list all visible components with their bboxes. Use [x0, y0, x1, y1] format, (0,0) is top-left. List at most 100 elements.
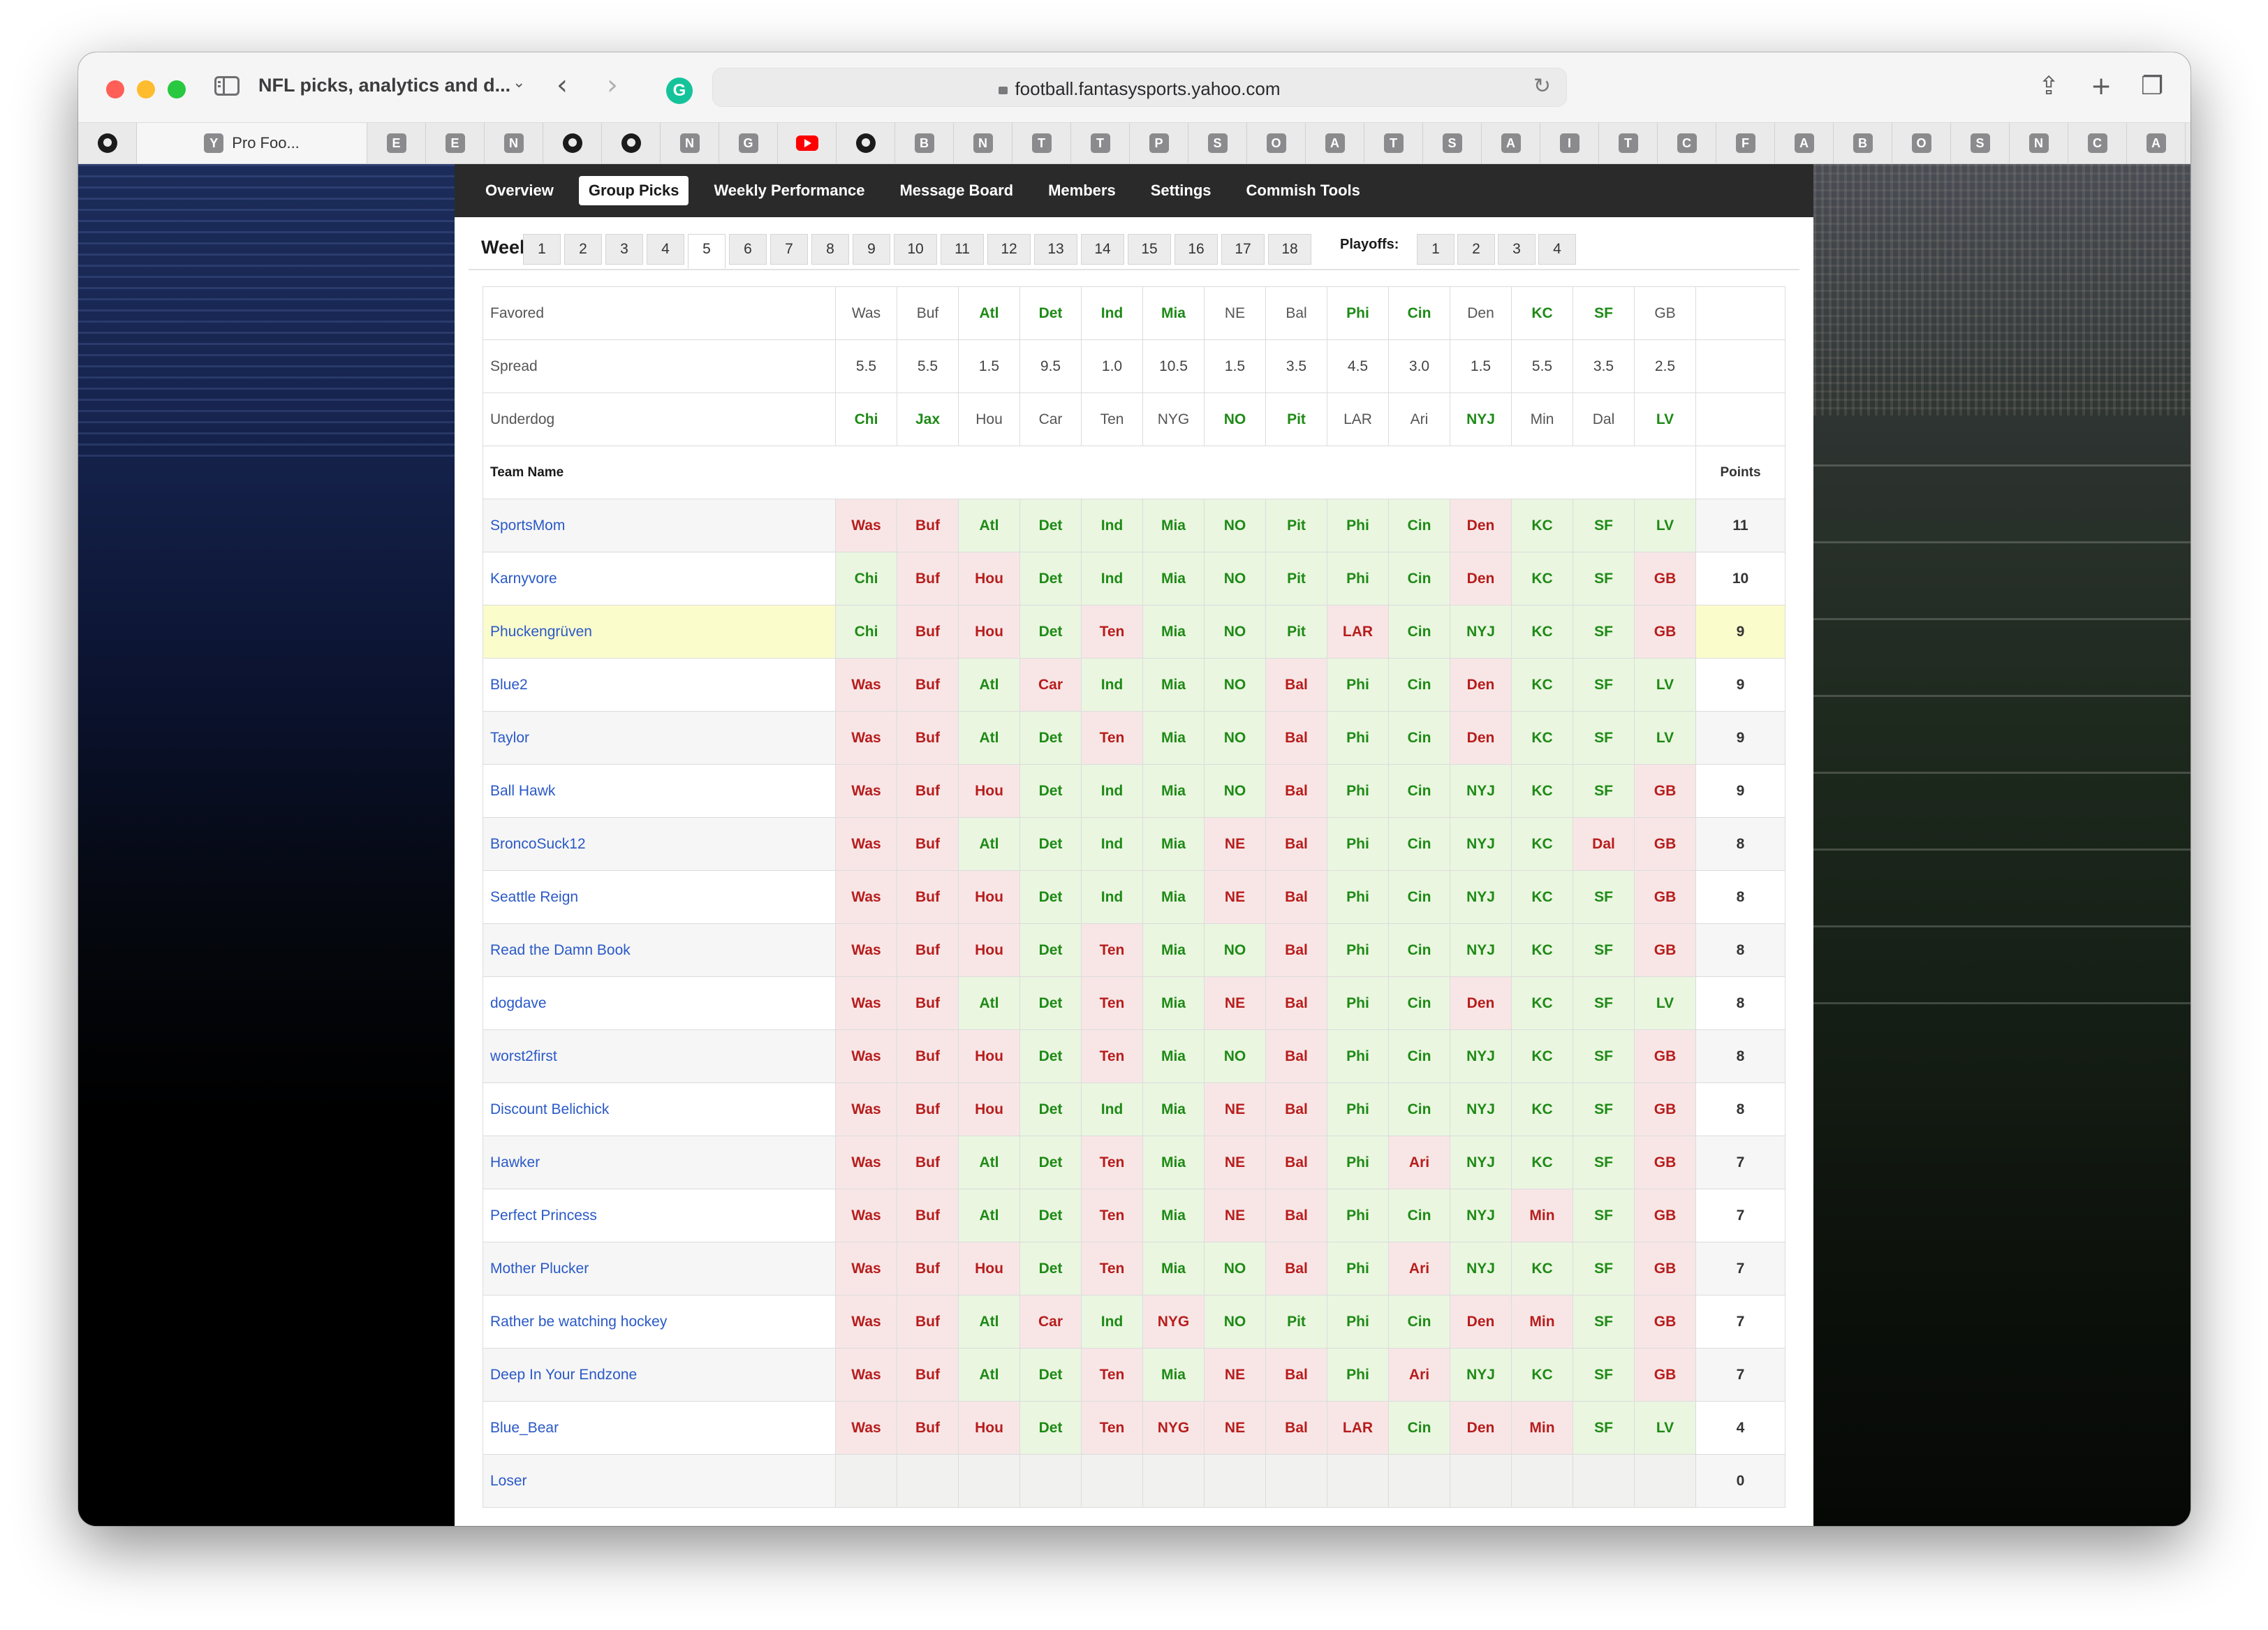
- team-name-link[interactable]: Blue_Bear: [490, 1420, 559, 1436]
- favorite-16[interactable]: A: [1306, 123, 1364, 163]
- zoom-window-button[interactable]: [168, 80, 186, 98]
- favorite-22[interactable]: C: [1658, 123, 1716, 163]
- favorite-27[interactable]: S: [1951, 123, 2010, 163]
- week-tab-5[interactable]: 5: [688, 234, 726, 269]
- pick-cell: Det: [1019, 764, 1082, 818]
- nav-settings[interactable]: Settings: [1141, 176, 1221, 205]
- favorite-28[interactable]: N: [2010, 123, 2068, 163]
- nav-message-board[interactable]: Message Board: [890, 176, 1023, 205]
- favorite-9[interactable]: B: [895, 123, 954, 163]
- team-name-link[interactable]: Phuckengrüven: [490, 624, 592, 640]
- week-tab-16[interactable]: 16: [1174, 234, 1218, 265]
- favorite-17[interactable]: T: [1364, 123, 1423, 163]
- nav-group-picks[interactable]: Group Picks: [578, 176, 689, 205]
- nav-members[interactable]: Members: [1038, 176, 1126, 205]
- favorite-6[interactable]: G: [719, 123, 778, 163]
- week-tab-2[interactable]: 2: [564, 234, 602, 265]
- new-tab-icon[interactable]: +: [2091, 72, 2112, 101]
- favored-cell: Ind: [1081, 286, 1143, 340]
- favorite-11[interactable]: T: [1012, 123, 1071, 163]
- nav-commish-tools[interactable]: Commish Tools: [1237, 176, 1370, 205]
- team-name-link[interactable]: Blue2: [490, 677, 528, 693]
- favorite-26[interactable]: O: [1892, 123, 1951, 163]
- week-tab-10[interactable]: 10: [894, 234, 937, 265]
- week-tab-8[interactable]: 8: [811, 234, 849, 265]
- favorite-12[interactable]: T: [1071, 123, 1130, 163]
- week-tab-6[interactable]: 6: [729, 234, 767, 265]
- favorite-23[interactable]: F: [1716, 123, 1775, 163]
- back-arrow-icon[interactable]: ‹: [557, 69, 568, 101]
- team-name-link[interactable]: Read the Damn Book: [490, 942, 631, 958]
- favored-cell: SF: [1573, 286, 1635, 340]
- favorite-3[interactable]: [543, 123, 602, 163]
- address-bar[interactable]: football.fantasysports.yahoo.com ↻: [712, 68, 1567, 107]
- team-name-link[interactable]: Discount Belichick: [490, 1101, 609, 1117]
- favorite-31[interactable]: S: [2186, 123, 2190, 163]
- favorite-0[interactable]: E: [367, 123, 426, 163]
- favorite-4[interactable]: [602, 123, 661, 163]
- pick-cell: Bal: [1265, 976, 1327, 1030]
- team-name-link[interactable]: Mother Plucker: [490, 1261, 589, 1277]
- week-tab-9[interactable]: 9: [853, 234, 890, 265]
- team-name-link[interactable]: Hawker: [490, 1154, 540, 1170]
- team-name-link[interactable]: Rather be watching hockey: [490, 1314, 667, 1330]
- share-icon[interactable]: ⇪: [2038, 72, 2059, 101]
- favorite-30[interactable]: A: [2127, 123, 2186, 163]
- week-tab-13[interactable]: 13: [1034, 234, 1077, 265]
- team-name-link[interactable]: Perfect Princess: [490, 1207, 597, 1224]
- grammarly-extension-icon[interactable]: G: [666, 78, 693, 104]
- week-tab-7[interactable]: 7: [770, 234, 808, 265]
- team-name-link[interactable]: Deep In Your Endzone: [490, 1367, 637, 1383]
- favorite-19[interactable]: A: [1482, 123, 1540, 163]
- github-favorite[interactable]: [78, 123, 137, 163]
- forward-arrow-icon[interactable]: ›: [607, 69, 618, 101]
- reload-icon[interactable]: ↻: [1533, 74, 1551, 98]
- minimize-window-button[interactable]: [137, 80, 155, 98]
- week-tab-12[interactable]: 12: [987, 234, 1031, 265]
- favorite-20[interactable]: I: [1540, 123, 1599, 163]
- favorite-18[interactable]: S: [1423, 123, 1482, 163]
- favorite-21[interactable]: T: [1599, 123, 1658, 163]
- favorite-2[interactable]: N: [485, 123, 543, 163]
- favorite-8[interactable]: [837, 123, 895, 163]
- week-tab-3[interactable]: 3: [605, 234, 643, 265]
- week-tab-4[interactable]: 4: [647, 234, 684, 265]
- nav-weekly-performance[interactable]: Weekly Performance: [704, 176, 874, 205]
- playoff-tab-2[interactable]: 2: [1457, 234, 1495, 265]
- active-tab[interactable]: Y Pro Foo...: [137, 123, 367, 163]
- week-tab-17[interactable]: 17: [1221, 234, 1265, 265]
- week-tab-15[interactable]: 15: [1128, 234, 1171, 265]
- team-name-link[interactable]: BroncoSuck12: [490, 836, 586, 852]
- week-tab-1[interactable]: 1: [523, 234, 561, 265]
- favorite-5[interactable]: N: [661, 123, 719, 163]
- nav-overview[interactable]: Overview: [476, 176, 564, 205]
- favorite-25[interactable]: B: [1834, 123, 1892, 163]
- playoff-tab-3[interactable]: 3: [1498, 234, 1536, 265]
- team-name-link[interactable]: dogdave: [490, 995, 547, 1011]
- week-tab-14[interactable]: 14: [1081, 234, 1124, 265]
- week-tab-18[interactable]: 18: [1268, 234, 1311, 265]
- team-name-link[interactable]: Karnyvore: [490, 571, 557, 587]
- team-name-link[interactable]: worst2first: [490, 1048, 557, 1064]
- team-name-link[interactable]: Loser: [490, 1473, 527, 1489]
- favorite-1[interactable]: E: [426, 123, 485, 163]
- week-tab-11[interactable]: 11: [941, 234, 984, 265]
- sidebar-toggle-icon[interactable]: [214, 76, 240, 96]
- favorite-15[interactable]: O: [1247, 123, 1306, 163]
- close-window-button[interactable]: [106, 80, 124, 98]
- favorite-14[interactable]: S: [1188, 123, 1247, 163]
- favorite-13[interactable]: P: [1130, 123, 1188, 163]
- playoff-tab-4[interactable]: 4: [1538, 234, 1576, 265]
- favorite-10[interactable]: N: [954, 123, 1012, 163]
- chevron-down-icon[interactable]: ⌄: [513, 73, 525, 91]
- tab-title[interactable]: NFL picks, analytics and d...: [258, 75, 510, 96]
- team-name-link[interactable]: Taylor: [490, 730, 529, 746]
- team-name-link[interactable]: Ball Hawk: [490, 783, 555, 799]
- team-name-link[interactable]: Seattle Reign: [490, 889, 578, 905]
- favorite-24[interactable]: A: [1775, 123, 1834, 163]
- favorite-29[interactable]: C: [2068, 123, 2127, 163]
- playoff-tab-1[interactable]: 1: [1417, 234, 1455, 265]
- team-name-link[interactable]: SportsMom: [490, 517, 565, 534]
- favorite-7[interactable]: [778, 123, 837, 163]
- tab-overview-icon[interactable]: ❐: [2141, 72, 2163, 101]
